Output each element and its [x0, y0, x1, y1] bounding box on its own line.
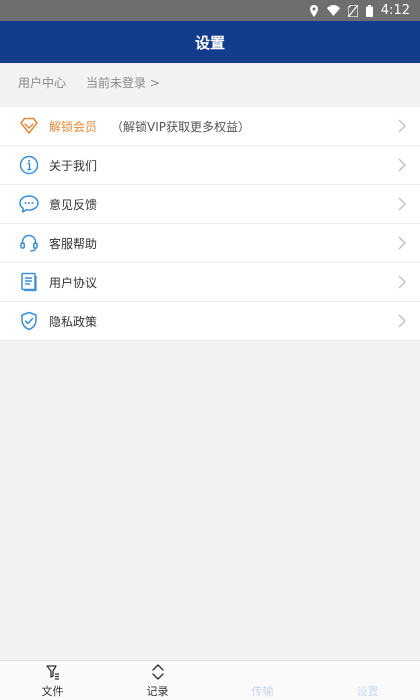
menu-item-label: 关于我们 [49, 158, 98, 173]
tab-transfer[interactable]: 传输 [210, 661, 315, 700]
tab-records[interactable]: 记录 [105, 661, 210, 700]
headset-icon [18, 232, 40, 254]
user-center-bar: 用户中心 当前未登录 > [0, 63, 420, 101]
menu-item-label: 解锁会员 [49, 119, 98, 134]
tab-settings[interactable]: 设置 [315, 661, 420, 700]
chevron-right-icon [398, 158, 406, 172]
bottom-nav: 文件 记录 传输 设置 [0, 660, 420, 700]
shield-icon [18, 310, 40, 332]
info-icon [18, 154, 40, 176]
menu-item-label: 隐私政策 [49, 314, 98, 329]
login-status-link[interactable]: 当前未登录 > [86, 74, 160, 91]
diamond-icon [18, 115, 40, 137]
menu-item-customer-help[interactable]: 客服帮助 [0, 224, 420, 263]
chevrons-updown-icon [150, 663, 166, 681]
chevron-right-icon [398, 236, 406, 250]
page-title: 设置 [194, 33, 225, 52]
chevron-right-icon [398, 314, 406, 328]
battery-icon [365, 4, 373, 17]
tab-label: 设置 [356, 684, 379, 698]
chat-icon [18, 193, 40, 215]
menu-item-subtitle: （解锁VIP获取更多权益） [111, 119, 251, 134]
chevron-right-icon [398, 119, 406, 133]
user-center-title: 用户中心 [18, 75, 67, 90]
menu-item-label: 客服帮助 [49, 236, 98, 251]
wifi-icon [326, 5, 340, 16]
settings-menu: 解锁会员 （解锁VIP获取更多权益） 关于我们 意见反馈 客服帮助 用户协议 隐… [0, 107, 420, 341]
document-icon [18, 271, 40, 293]
status-bar: 4:12 [0, 0, 420, 21]
chevron-right-icon [398, 197, 406, 211]
menu-item-privacy-policy[interactable]: 隐私政策 [0, 302, 420, 341]
chevron-right-icon [398, 275, 406, 289]
app-bar: 设置 [0, 21, 420, 63]
menu-item-about-us[interactable]: 关于我们 [0, 146, 420, 185]
status-time: 4:12 [380, 3, 410, 18]
menu-item-user-agreement[interactable]: 用户协议 [0, 263, 420, 302]
file-filter-icon [45, 663, 61, 681]
menu-item-label: 意见反馈 [49, 197, 98, 212]
location-icon [309, 4, 319, 17]
tab-label: 传输 [251, 684, 274, 698]
no-sim-icon [347, 4, 358, 17]
menu-item-feedback[interactable]: 意见反馈 [0, 185, 420, 224]
menu-item-label: 用户协议 [49, 275, 98, 290]
tab-label: 记录 [146, 684, 169, 698]
tab-label: 文件 [41, 684, 64, 698]
menu-item-unlock-vip[interactable]: 解锁会员 （解锁VIP获取更多权益） [0, 107, 420, 146]
tab-files[interactable]: 文件 [0, 661, 105, 700]
